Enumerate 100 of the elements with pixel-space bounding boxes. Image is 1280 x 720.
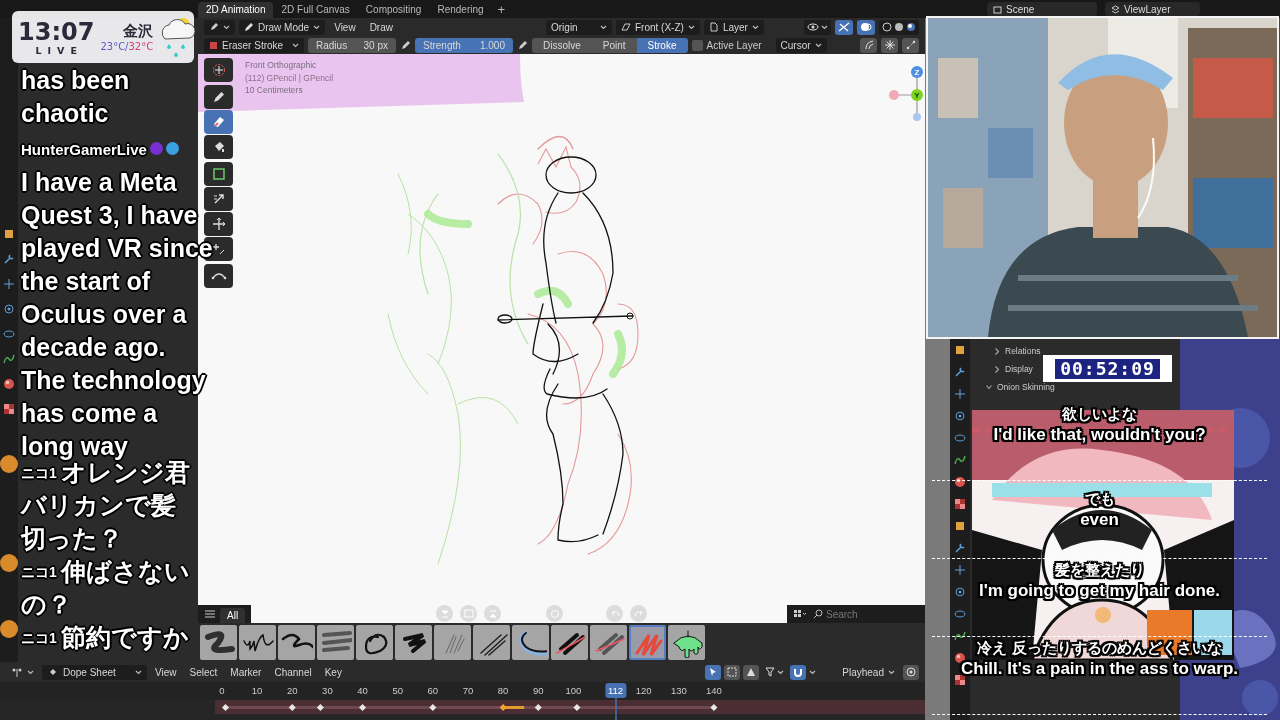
playhead-dropdown[interactable]: Playhead [837,664,900,680]
curve-icon[interactable] [954,630,966,642]
eraser-mode-option[interactable]: Dissolve [532,37,592,53]
radius-field[interactable]: Radius 30 px [308,37,396,53]
tool-button[interactable] [881,37,898,53]
menu-item[interactable]: Marker [225,666,267,678]
rings-icon[interactable] [3,328,15,340]
gizmo-toggle[interactable] [835,19,853,35]
snap-toggle[interactable] [790,664,807,680]
menu-item[interactable]: Key [319,666,347,678]
material-sphere-icon [906,22,916,32]
chevron-icon [27,669,34,675]
mode-dropdown[interactable]: Draw Mode [239,19,326,35]
tool-button[interactable] [743,664,760,680]
mode-dropdown[interactable]: Dope Sheet [42,664,147,680]
current-frame-indicator[interactable]: 112 [605,683,627,698]
rings-icon[interactable] [954,432,966,444]
curve-icon[interactable] [3,353,15,365]
square-icon [210,166,227,182]
tool-button[interactable] [204,187,233,211]
square-icon[interactable] [954,520,966,532]
menu-item[interactable]: Draw [364,21,398,33]
menu-icon[interactable] [204,609,216,619]
section-header[interactable]: Relations [1005,346,1041,356]
workspace-tab[interactable]: Rendering [429,2,492,18]
pivot-dropdown[interactable]: Origin [546,19,612,35]
tool-button[interactable] [204,264,233,288]
checker-icon[interactable] [954,674,966,686]
square-icon[interactable] [3,228,15,240]
menu-item[interactable]: Channel [269,666,317,678]
proportional-toggle[interactable] [903,664,919,680]
snap-dropdown[interactable]: Cursor [775,37,827,53]
brush-thumbnail[interactable] [629,625,666,660]
rings-icon[interactable] [954,608,966,620]
view-layer-selector[interactable]: ViewLayer [1105,2,1200,16]
brush-thumbnail[interactable] [473,625,510,660]
view-axis-dropdown[interactable]: Front (X-Z) [616,19,700,35]
orbit-icon[interactable] [954,586,966,598]
menu-item[interactable]: View [150,666,182,678]
brush-thumbnail[interactable] [395,625,432,660]
brush-thumbnail[interactable] [668,625,705,660]
frame-number: 140 [706,685,722,696]
add-workspace-button[interactable]: + [491,2,512,18]
select-tool-button[interactable] [705,664,722,680]
sphere-icon[interactable] [3,378,15,390]
search-field[interactable]: Search [813,608,919,620]
strength-field[interactable]: Strength 1.000 [415,37,513,53]
brush-thumbnail[interactable] [434,625,471,660]
layer-dropdown[interactable]: Layer [703,19,764,35]
brush-thumbnail[interactable] [278,625,315,660]
brush-thumbnail[interactable] [590,625,627,660]
pen-pressure-icon[interactable] [517,39,528,51]
wrench-icon[interactable] [954,542,966,554]
chevron-icon [777,669,785,675]
brush-thumbnail[interactable] [239,625,276,660]
overlay-toggle[interactable] [857,19,875,35]
filter-tab[interactable]: All [220,608,246,623]
tool-button[interactable] [902,37,919,53]
section-header[interactable]: Display [1005,364,1033,374]
brush-thumbnail[interactable] [512,625,549,660]
brush-thumbnail[interactable] [551,625,588,660]
subtitle-japanese: 欲しいよな [1062,404,1137,424]
section-header[interactable]: Onion Skinning [997,382,1055,392]
sphere-icon[interactable] [954,652,966,664]
layers-icon [1111,4,1120,14]
square-icon[interactable] [954,344,966,356]
grid-icon[interactable] [793,609,807,619]
tool-button[interactable] [204,85,233,109]
magnet-icon [793,667,804,677]
editor-type-dropdown[interactable] [204,19,235,35]
pen-pressure-icon[interactable] [400,39,411,51]
workspace-tab[interactable]: 2D Full Canvas [273,2,358,18]
brush-thumbnail[interactable] [200,625,237,660]
shading-selector[interactable] [879,19,919,35]
orbit-icon[interactable] [954,410,966,422]
menu-item[interactable]: Select [184,666,223,678]
orbit-icon[interactable] [3,303,15,315]
tool-button[interactable] [860,37,877,53]
checker-icon[interactable] [954,498,966,510]
frame-number: 50 [392,685,403,696]
dots-icon [905,40,916,50]
tool-button[interactable] [204,212,233,236]
workspace-tab[interactable]: 2D Animation [198,2,274,18]
wrench-icon[interactable] [954,366,966,378]
eraser-mode-option[interactable]: Point [591,37,637,53]
brush-thumbnail[interactable] [317,625,354,660]
tool-button[interactable] [204,135,233,159]
scene-selector[interactable]: Scene [987,2,1097,16]
curve-icon[interactable] [954,454,966,466]
sphere-icon[interactable] [954,476,966,488]
brush-thumbnail[interactable] [356,625,393,660]
checker-icon[interactable] [3,403,15,415]
tool-button[interactable] [204,162,233,186]
checkbox[interactable] [691,39,703,51]
menu-item[interactable]: View [329,21,361,33]
wrench-icon[interactable] [3,253,15,265]
visibility-toggle[interactable] [804,19,831,35]
brush-dropdown[interactable]: Eraser Stroke [204,37,304,53]
eraser-mode-option[interactable]: Stroke [636,37,688,53]
workspace-tab[interactable]: Compositing [357,2,430,18]
